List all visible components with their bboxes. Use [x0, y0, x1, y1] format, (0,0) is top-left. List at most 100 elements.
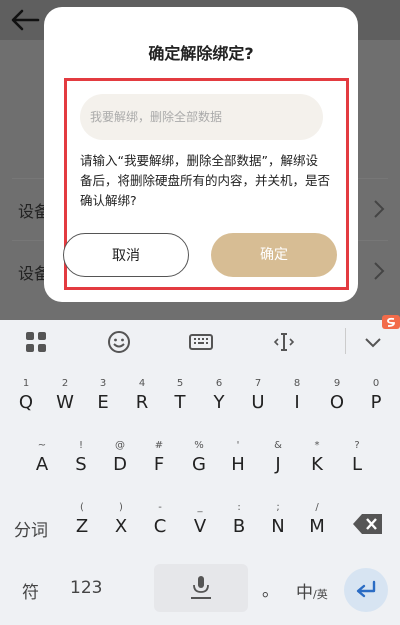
key-f[interactable]: # F — [145, 440, 173, 480]
key-label: R — [135, 392, 149, 413]
number-key[interactable]: 123 — [70, 578, 102, 598]
dialog-message: 请输入“我要解绑，删除全部数据”，解绑设备后，将删除硬盘所有的内容，并关机，是否… — [80, 153, 331, 208]
fenci-key[interactable]: 分词 — [14, 516, 48, 541]
key-sub-label: 8 — [293, 378, 301, 389]
key-label: X — [114, 516, 128, 537]
language-switch-key[interactable]: 中/英 — [296, 578, 328, 603]
key-sub-label: ( — [80, 502, 84, 513]
cancel-button[interactable]: 取消 — [63, 233, 189, 277]
key-label: Q — [18, 392, 34, 413]
key-q[interactable]: 1 Q — [12, 378, 40, 418]
language-main-label: 中 — [296, 583, 313, 603]
space-key[interactable] — [154, 564, 248, 612]
dialog-title: 确定解除绑定? — [148, 44, 254, 63]
unbind-dialog: 确定解除绑定? 我要解绑，删除全部数据 请输入“我要解绑，删除全部数据”，解绑设… — [44, 7, 358, 302]
period-key[interactable]: 。 — [262, 576, 279, 601]
key-label: E — [97, 392, 109, 413]
key-sub-label: * — [314, 440, 320, 451]
key-sub-label: 0 — [372, 378, 380, 389]
key-sub-label: ' — [236, 440, 240, 451]
key-label: W — [56, 392, 74, 413]
apps-icon[interactable] — [24, 330, 48, 354]
key-p[interactable]: 0 P — [362, 378, 390, 418]
keyboard-toolbar — [0, 315, 400, 364]
key-sub-label: / — [315, 502, 319, 513]
key-d[interactable]: @ D — [106, 440, 134, 480]
key-m[interactable]: / M — [303, 502, 331, 542]
key-sub-label: 4 — [138, 378, 146, 389]
key-n[interactable]: ; N — [264, 502, 292, 542]
key-sub-label: ~ — [37, 440, 47, 451]
keyboard-icon[interactable] — [189, 330, 213, 354]
key-sub-label: ; — [276, 502, 280, 513]
key-v[interactable]: _ V — [186, 502, 214, 542]
key-label: Y — [213, 392, 225, 413]
key-k[interactable]: * K — [303, 440, 331, 480]
key-label: D — [113, 454, 127, 475]
confirm-button[interactable]: 确定 — [211, 233, 337, 277]
key-sub-label: 5 — [176, 378, 184, 389]
sogou-logo-icon — [382, 315, 400, 329]
microphone-icon — [191, 576, 211, 599]
key-label: P — [370, 392, 382, 413]
key-j[interactable]: & J — [264, 440, 292, 480]
chevron-right-icon — [374, 200, 385, 218]
key-sub-label: : — [237, 502, 241, 513]
enter-key[interactable] — [344, 568, 388, 612]
key-sub-label: ! — [78, 440, 83, 451]
key-label: G — [192, 454, 206, 475]
key-x[interactable]: ) X — [107, 502, 135, 542]
key-label: H — [231, 454, 245, 475]
key-sub-label: _ — [197, 502, 203, 513]
key-label: T — [174, 392, 186, 413]
key-label: F — [153, 454, 165, 475]
key-b[interactable]: : B — [225, 502, 253, 542]
key-label: K — [311, 454, 323, 475]
divider — [345, 328, 346, 354]
key-label: S — [75, 454, 87, 475]
chevron-down-icon[interactable] — [361, 330, 385, 354]
key-z[interactable]: ( Z — [68, 502, 96, 542]
cursor-icon[interactable] — [272, 330, 296, 354]
key-a[interactable]: ~ A — [28, 440, 56, 480]
key-label: L — [351, 454, 363, 475]
key-sub-label: # — [154, 440, 164, 451]
key-s[interactable]: ! S — [67, 440, 95, 480]
key-g[interactable]: % G — [185, 440, 213, 480]
back-arrow-icon[interactable] — [8, 6, 42, 34]
emoji-icon[interactable] — [107, 330, 131, 354]
key-label: B — [232, 516, 246, 537]
key-t[interactable]: 5 T — [166, 378, 194, 418]
key-r[interactable]: 4 R — [128, 378, 156, 418]
key-y[interactable]: 6 Y — [205, 378, 233, 418]
key-o[interactable]: 9 O — [323, 378, 351, 418]
key-sub-label: 9 — [333, 378, 341, 389]
key-l[interactable]: ? L — [343, 440, 371, 480]
key-sub-label: 2 — [61, 378, 69, 389]
key-label: M — [309, 516, 325, 537]
key-sub-label: 6 — [215, 378, 223, 389]
key-sub-label: 7 — [254, 378, 262, 389]
key-i[interactable]: 8 I — [283, 378, 311, 418]
key-label: Z — [75, 516, 89, 537]
key-w[interactable]: 2 W — [51, 378, 79, 418]
soft-keyboard: 1 Q 2 W 3 E 4 R 5 T 6 Y 7 U 8 I 9 O 0 P … — [0, 315, 400, 625]
key-sub-label: @ — [115, 440, 125, 451]
key-h[interactable]: ' H — [224, 440, 252, 480]
backspace-icon[interactable] — [352, 512, 384, 536]
key-sub-label: ? — [354, 440, 360, 451]
key-sub-label: ) — [119, 502, 123, 513]
confirm-text-input[interactable]: 我要解绑，删除全部数据 — [80, 94, 323, 140]
symbol-key[interactable]: 符 — [22, 578, 39, 603]
key-u[interactable]: 7 U — [244, 378, 272, 418]
key-sub-label: % — [194, 440, 204, 451]
key-label: N — [271, 516, 285, 537]
key-label: O — [329, 392, 345, 413]
key-sub-label: 1 — [22, 378, 30, 389]
key-sub-label: 3 — [99, 378, 107, 389]
key-e[interactable]: 3 E — [89, 378, 117, 418]
key-sub-label: - — [158, 502, 162, 513]
key-label: C — [153, 516, 167, 537]
key-label: J — [275, 454, 281, 475]
key-c[interactable]: - C — [146, 502, 174, 542]
